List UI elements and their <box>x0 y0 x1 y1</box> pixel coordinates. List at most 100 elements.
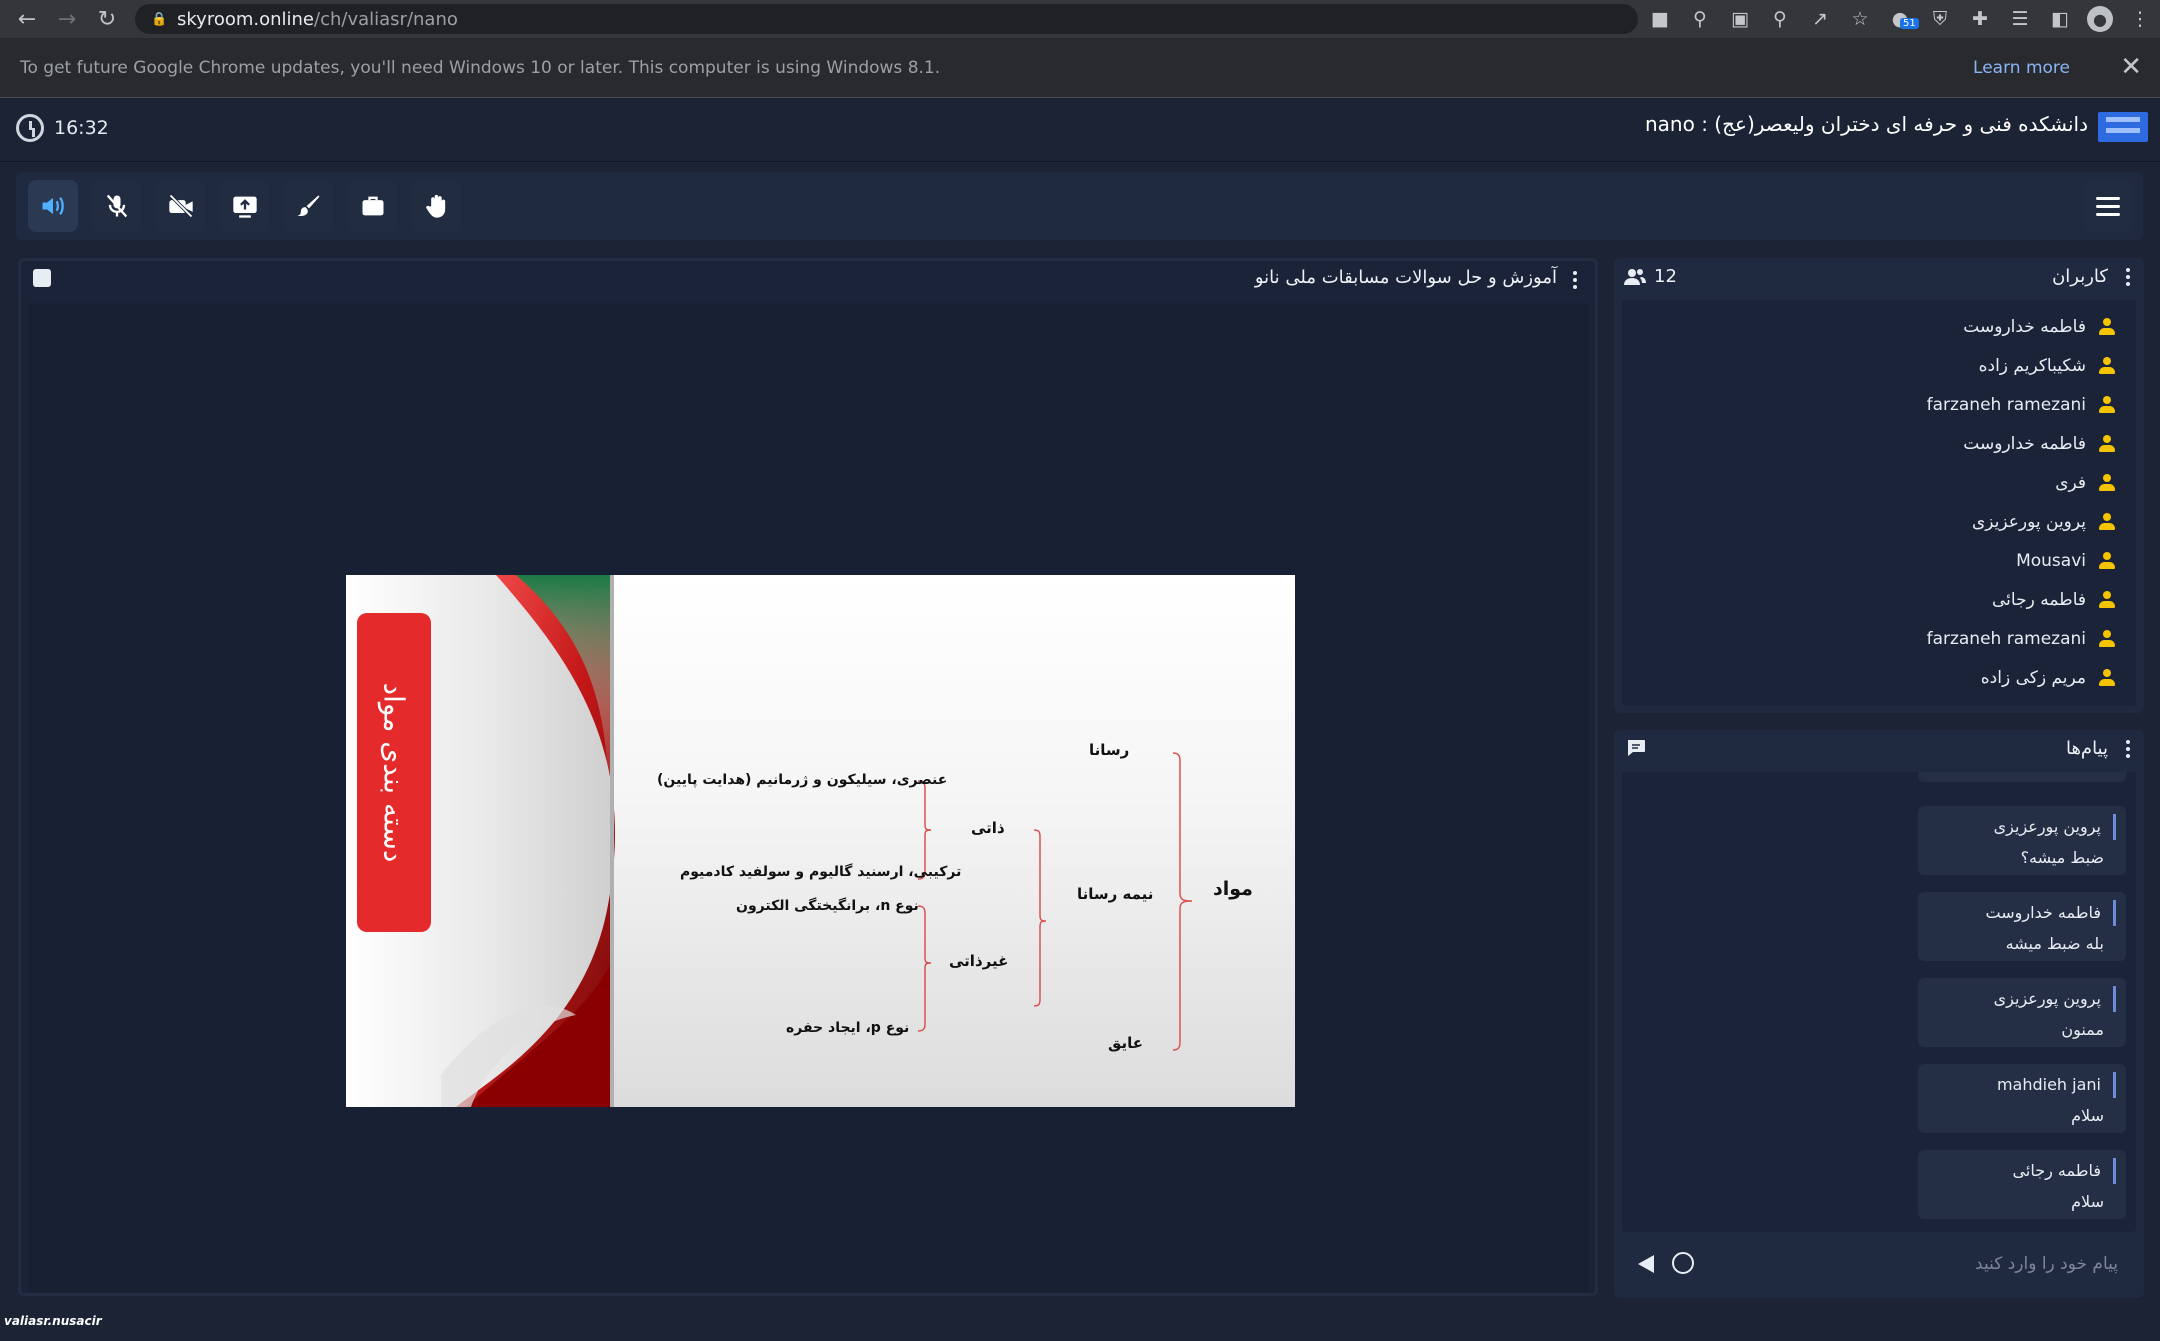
control-toolbar <box>16 172 2143 240</box>
camera-off-icon <box>169 194 193 218</box>
emoji-icon[interactable] <box>1672 1252 1694 1274</box>
briefcase-icon <box>362 196 384 216</box>
slide-extrinsic-label: غیرذاتی <box>949 952 1009 970</box>
list-item: فاطمه خداروست بله ضبط میشه <box>1918 892 2126 961</box>
microphone-button[interactable] <box>92 180 142 232</box>
close-icon[interactable]: ✕ <box>2120 52 2142 82</box>
presentation-panel: آموزش و حل سوالات مسابقات ملی نانو دسته … <box>18 258 1598 1296</box>
hamburger-menu-button[interactable] <box>2083 180 2133 232</box>
users-panel-title: کاربران <box>2052 266 2108 287</box>
whiteboard-button[interactable] <box>284 180 334 232</box>
slide-root-label: مواد <box>1213 878 1253 900</box>
user-icon <box>2098 474 2116 492</box>
message-text: سلام <box>2071 1106 2104 1125</box>
forward-icon[interactable]: → <box>48 0 86 38</box>
slide-ptype-label: نوع p، ایجاد حفره <box>786 1020 910 1036</box>
message-text: ضبط میشه؟ <box>2020 848 2104 867</box>
slide-semiconductor-label: نیمه رسانا <box>1077 885 1154 903</box>
slide: دسته بندی مواد مواد رسانا نیمه رسانا عای… <box>346 575 1295 1107</box>
more-menu-icon[interactable]: ⋮ <box>2120 0 2160 38</box>
message-sender: mahdieh jani <box>1918 1072 2116 1098</box>
user-name: فاطمه خداروست <box>1963 434 2086 454</box>
list-item[interactable]: Mousavi <box>2016 546 2116 576</box>
list-item[interactable]: farzaneh ramezani <box>1927 624 2116 654</box>
user-name: Mousavi <box>2016 551 2086 571</box>
profile-avatar[interactable]: ● <box>2080 0 2120 38</box>
brush-icon <box>297 195 320 216</box>
clock-icon <box>16 114 44 142</box>
bookmark-star-icon[interactable]: ☆ <box>1840 0 1880 38</box>
chat-more-icon[interactable] <box>2122 738 2134 760</box>
screen-share-icon <box>233 196 257 218</box>
list-item[interactable]: فری <box>2055 468 2116 498</box>
media-icon[interactable]: ☰ <box>2000 0 2040 38</box>
infobar-message: To get future Google Chrome updates, you… <box>20 57 941 78</box>
reload-icon[interactable]: ↻ <box>88 0 126 38</box>
extension-badge-icon[interactable]: ●51 <box>1880 0 1920 38</box>
shield-icon[interactable]: ⛨ <box>1920 0 1960 38</box>
users-count: 12 <box>1654 266 1677 287</box>
list-item <box>1918 772 2126 782</box>
slide-ntype-label: نوع n، برانگیختگی الکترون <box>736 898 919 914</box>
user-icon <box>2098 630 2116 648</box>
zoom-icon[interactable]: ⚲ <box>1760 0 1800 38</box>
url-path: /ch/valiasr/nano <box>314 8 458 30</box>
slide-insulator-label: عایق <box>1108 1034 1144 1052</box>
user-icon <box>2098 357 2116 375</box>
site-logo-icon <box>2098 112 2148 142</box>
user-icon <box>2098 435 2116 453</box>
list-item[interactable]: پروین پورعزیزی <box>1972 507 2116 537</box>
chat-input[interactable]: پیام خود را وارد کنید <box>1622 1240 2136 1290</box>
users-more-icon[interactable] <box>2122 266 2134 288</box>
slide-compound-label: ترکیبی، ارسنید گالیوم و سولفید کادمیوم <box>680 864 962 880</box>
share-icon[interactable]: ↗ <box>1800 0 1840 38</box>
document-icon[interactable] <box>33 269 51 287</box>
users-icon <box>1624 269 1646 285</box>
list-item[interactable]: شکیباکریم زاده <box>1979 351 2116 381</box>
slide-side-title: دسته بندی مواد <box>377 682 411 863</box>
browser-toolbar: ← → ↻ 🔒 skyroom.online/ch/valiasr/nano ■… <box>0 0 2160 38</box>
list-item: پروین پورعزیزی ممنون <box>1918 978 2126 1047</box>
learn-more-link[interactable]: Learn more <box>1973 58 2070 78</box>
speaker-icon <box>42 197 64 215</box>
puzzle-icon[interactable]: ✚ <box>1960 0 2000 38</box>
chat-icon <box>1628 740 1645 756</box>
url-host: skyroom.online <box>177 8 315 30</box>
app-header: 16:32 دانشکده فنی و حرفه ای دختران ولیعص… <box>0 98 2160 162</box>
files-button[interactable] <box>348 180 398 232</box>
address-bar[interactable]: 🔒 skyroom.online/ch/valiasr/nano <box>135 4 1638 34</box>
translate-icon[interactable]: ▣ <box>1720 0 1760 38</box>
chat-panel-title: پیام‌ها <box>2065 738 2108 759</box>
list-item: فاطمه رجائی سلام <box>1918 1150 2126 1219</box>
raise-hand-button[interactable] <box>412 180 462 232</box>
camera-icon[interactable]: ■ <box>1640 0 1680 38</box>
send-icon[interactable] <box>1638 1255 1654 1273</box>
camera-button[interactable] <box>156 180 206 232</box>
users-list: فاطمه خداروست شکیباکریم زاده farzaneh ra… <box>1622 300 2136 706</box>
chat-panel: پیام‌ها پروین پورعزیزی ضبط میشه؟ فاطمه خد… <box>1614 730 2144 1298</box>
user-name: فاطمه خداروست <box>1963 317 2086 337</box>
user-name: مریم زکی زاده <box>1980 668 2086 688</box>
footer-watermark: valiasr.nusacir <box>4 1314 102 1328</box>
user-icon <box>2098 318 2116 336</box>
slide-conductor-label: رسانا <box>1089 741 1130 759</box>
lock-icon: 🔒 <box>151 12 168 27</box>
presentation-more-icon[interactable] <box>1569 269 1581 291</box>
message-sender: پروین پورعزیزی <box>1918 986 2116 1012</box>
list-item[interactable]: فاطمه رجائی <box>1992 585 2116 615</box>
share-screen-button[interactable] <box>220 180 270 232</box>
list-item[interactable]: مریم زکی زاده <box>1981 663 2116 693</box>
key-icon[interactable]: ⚲ <box>1680 0 1720 38</box>
list-item[interactable]: فاطمه خداروست <box>1963 429 2116 459</box>
list-item[interactable]: فاطمه خداروست <box>1963 312 2116 342</box>
user-name: farzaneh ramezani <box>1926 629 2086 649</box>
back-icon[interactable]: ← <box>8 0 46 38</box>
speaker-button[interactable] <box>28 180 78 232</box>
message-sender: فاطمه خداروست <box>1918 900 2116 926</box>
user-name: پروین پورعزیزی <box>1971 512 2086 532</box>
user-name: شکیباکریم زاده <box>1978 356 2086 376</box>
list-item[interactable]: farzaneh ramezani <box>1927 390 2116 420</box>
sidepanel-icon[interactable]: ◧ <box>2040 0 2080 38</box>
user-name: فری <box>2055 473 2086 493</box>
extension-badge-count: 51 <box>1900 18 1919 29</box>
